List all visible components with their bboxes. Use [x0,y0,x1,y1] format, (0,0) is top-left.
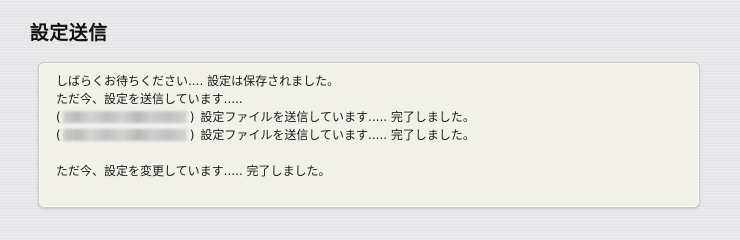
page-title: 設定送信 [30,22,109,44]
open-paren: ( [56,128,61,142]
redacted-device-address [62,129,187,141]
device-send-status-row: ( ) 設定ファイルを送信しています..... 完了しました。 [56,108,699,126]
open-paren: ( [56,110,61,124]
device-send-status-row: ( ) 設定ファイルを送信しています..... 完了しました。 [56,126,699,144]
device-send-status-text: 設定ファイルを送信しています..... 完了しました。 [200,110,475,124]
device-send-status-text: 設定ファイルを送信しています..... 完了しました。 [200,128,475,142]
close-paren: ) [189,110,195,124]
wait-saved-message: しばらくお待ちください.... 設定は保存されました。 [56,74,340,88]
changing-settings-message: ただ今、設定を変更しています..... 完了しました。 [56,164,331,178]
redacted-device-address [62,111,187,123]
sending-settings-message: ただ今、設定を送信しています..... [56,92,243,106]
close-paren: ) [189,128,195,142]
status-message-panel: しばらくお待ちください.... 設定は保存されました。 ただ今、設定を送信してい… [38,62,700,208]
